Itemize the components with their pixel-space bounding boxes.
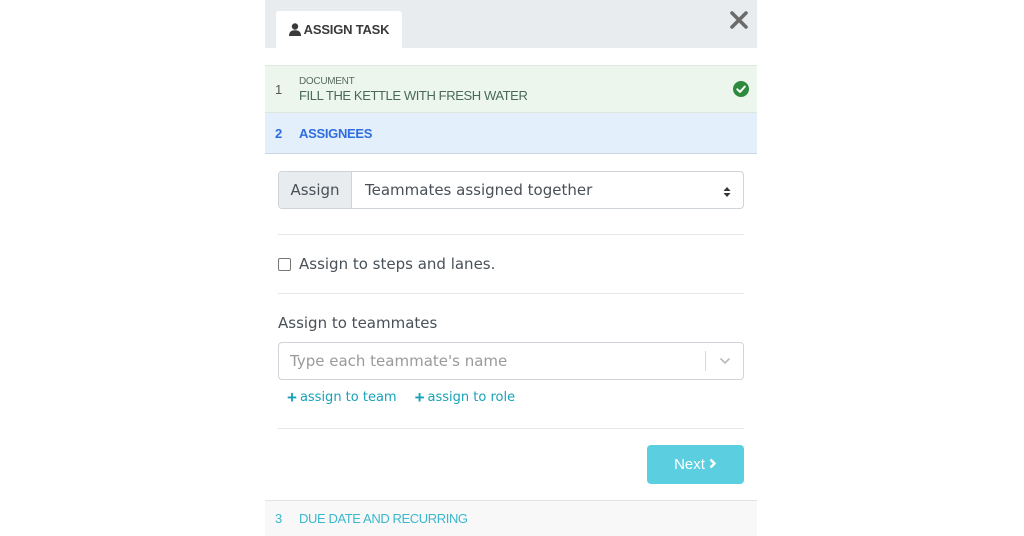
- assign-steps-lanes-checkbox[interactable]: [278, 257, 291, 271]
- link-label: assign to role: [427, 389, 516, 405]
- plus-icon: +: [287, 387, 297, 407]
- next-button[interactable]: Next: [647, 445, 744, 484]
- step-assignees[interactable]: 2 ASSIGNEES: [265, 113, 757, 154]
- assign-to-role-link[interactable]: + assign to role: [415, 389, 516, 406]
- tab-assign-task[interactable]: ASSIGN TASK: [276, 11, 402, 48]
- plus-icon: +: [414, 387, 425, 407]
- checkbox-label[interactable]: Assign to steps and lanes.: [299, 255, 495, 273]
- step-number: 1: [275, 81, 283, 97]
- tab-bar: ASSIGN TASK: [265, 0, 757, 48]
- close-icon: [730, 10, 748, 34]
- chevron-right-icon: [709, 456, 717, 473]
- next-label: Next: [674, 456, 705, 473]
- divider: [278, 428, 744, 429]
- assign-steps-lanes-row: Assign to steps and lanes.: [278, 235, 744, 293]
- step-label: FILL THE KETTLE WITH FRESH WATER: [299, 87, 528, 103]
- chevron-down-icon: [719, 352, 731, 370]
- step-number: 3: [275, 511, 282, 526]
- assign-mode-group: Assign Teammates assigned together: [278, 171, 744, 209]
- teammates-label: Assign to teammates: [278, 314, 438, 332]
- assignees-form: Assign Teammates assigned together Assig…: [265, 171, 757, 484]
- teammate-name-input[interactable]: [279, 343, 705, 379]
- step-document[interactable]: 1 DOCUMENT FILL THE KETTLE WITH FRESH WA…: [265, 65, 757, 113]
- tab-label: ASSIGN TASK: [303, 22, 390, 37]
- check-circle-icon: [733, 81, 749, 97]
- assign-mode-select[interactable]: Teammates assigned together: [352, 172, 743, 208]
- select-arrows-icon: [723, 184, 731, 197]
- teammate-dropdown-toggle[interactable]: [706, 343, 743, 379]
- assign-addon-label: Assign: [279, 172, 352, 208]
- assign-task-panel: ASSIGN TASK 1 DOCUMENT FILL THE KETTLE W…: [265, 0, 757, 536]
- close-button[interactable]: [727, 10, 751, 34]
- assign-mode-value: Teammates assigned together: [365, 181, 593, 199]
- step-number: 2: [275, 125, 282, 141]
- assign-links: + assign to team + assign to role: [278, 388, 744, 406]
- step-sublabel: DOCUMENT: [299, 75, 355, 87]
- step-label: ASSIGNEES: [299, 125, 373, 141]
- divider: [278, 293, 744, 294]
- step-label: DUE DATE AND RECURRING: [299, 511, 468, 526]
- assign-to-team-link[interactable]: + assign to team: [287, 389, 397, 406]
- step-due-date[interactable]: 3 DUE DATE AND RECURRING: [265, 500, 757, 536]
- link-label: assign to team: [299, 389, 397, 405]
- teammate-select: [278, 342, 744, 380]
- user-icon: [288, 23, 301, 36]
